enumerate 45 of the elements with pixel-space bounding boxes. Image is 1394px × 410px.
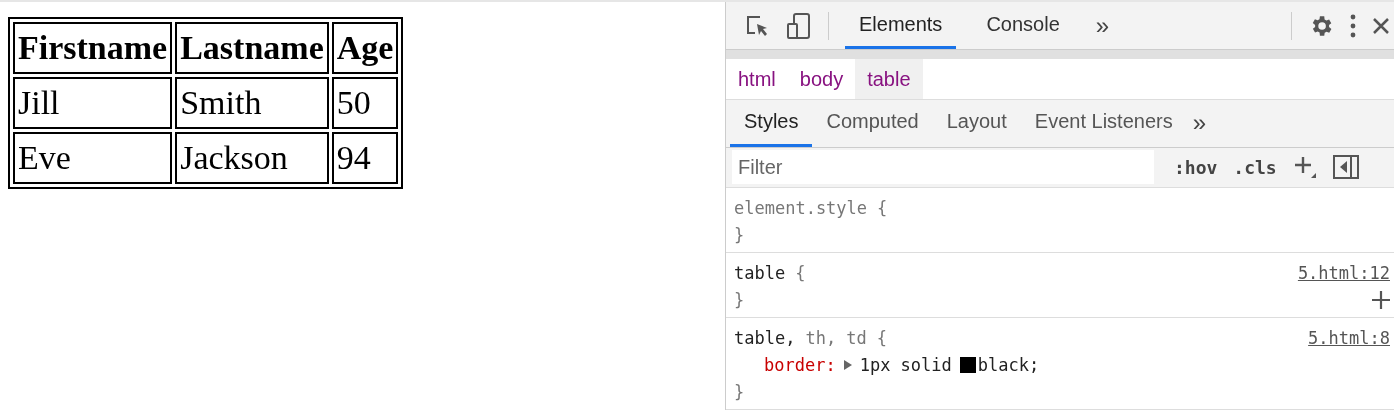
open-brace: { [876,327,887,348]
table-cell: 50 [331,77,399,129]
toggle-button[interactable]: :hov [1174,156,1218,178]
close-icon[interactable] [1372,16,1390,35]
plus-icon[interactable] [1292,155,1317,180]
css-value: 1px solid [859,354,952,375]
css-selector: element.style [734,197,868,218]
css-selector: table [734,262,786,283]
expand-triangle-icon[interactable] [843,359,852,370]
breadcrumb[interactable]: body [787,58,856,99]
css-selector: th, [805,327,837,348]
styles-tab[interactable]: Layout [932,99,1021,147]
close-brace: } [734,289,745,310]
close-brace: } [734,224,745,245]
breadcrumb[interactable]: table [855,58,923,99]
toggle-button[interactable]: .cls [1233,156,1277,178]
css-selector: td [846,327,867,348]
panel-tab[interactable]: Console [972,2,1074,49]
header-cell: Age [331,22,399,74]
table-cell: Smith [175,77,329,129]
open-brace: { [877,197,888,218]
filter-field[interactable]: Filter [732,150,1154,185]
table-cell: Jill [13,77,173,129]
breadcrumb[interactable]: html [726,58,788,99]
table-cell: 94 [331,132,399,184]
color-swatch[interactable] [959,356,976,373]
device-icon[interactable] [786,11,812,40]
sidebar-toggle-icon[interactable] [1332,155,1359,180]
table-cell: Eve [13,132,173,184]
plus-icon[interactable] [1372,290,1390,309]
source-link[interactable]: 5.html:8 [1308,327,1390,348]
more-tabs-button[interactable]: » [1089,11,1116,40]
open-brace: { [795,262,806,283]
css-property: border: [764,354,836,375]
css-value: black; [977,354,1040,375]
css-selector: table, [734,327,796,348]
header-cell: Lastname [175,22,329,74]
source-link[interactable]: 5.html:12 [1297,262,1390,283]
more-options-icon[interactable] [1350,13,1356,38]
table-cell: Jackson [175,132,329,184]
more-tabs-button[interactable]: » [1186,109,1213,138]
styles-tab[interactable]: Computed [812,99,933,147]
header-cell: Firstname [13,22,173,74]
styles-tab[interactable]: Event Listeners [1020,99,1187,147]
close-brace: } [734,381,745,402]
